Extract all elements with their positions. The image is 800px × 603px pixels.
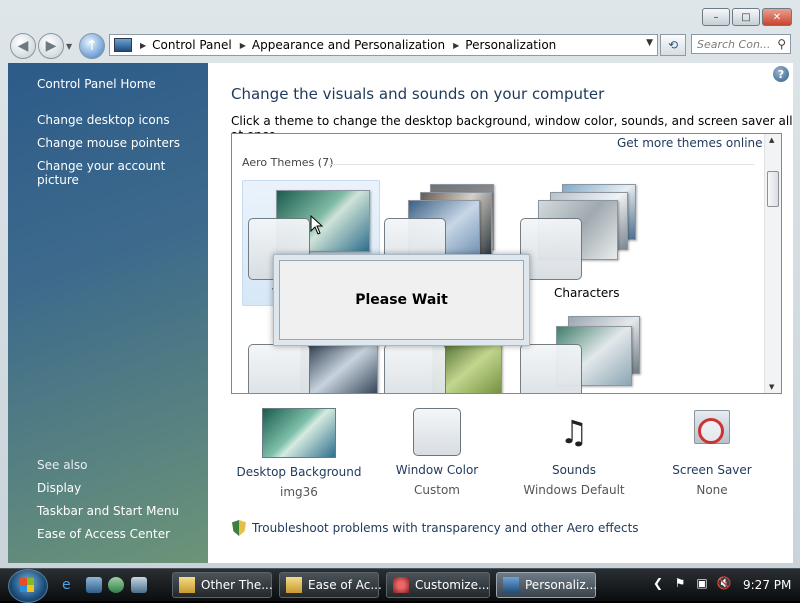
please-wait-dialog: Please Wait <box>273 254 530 346</box>
get-more-themes-link[interactable]: Get more themes online <box>617 136 763 150</box>
desktop-background-icon <box>262 408 336 458</box>
breadcrumb-separator-icon[interactable]: ▶ <box>240 41 246 50</box>
window-color-icon <box>413 408 461 456</box>
taskbar-button-label: Personaliz... <box>525 578 598 592</box>
screen-saver-value: None <box>696 483 728 497</box>
taskbar-button-other-themes[interactable]: Other The... <box>172 572 273 598</box>
scroll-down-icon[interactable]: ▼ <box>769 383 774 391</box>
start-button[interactable] <box>8 569 48 603</box>
breadcrumb-control-panel[interactable]: Control Panel <box>152 38 232 52</box>
mouse-cursor-icon <box>310 215 324 235</box>
personalization-window: – □ ✕ ◀ ▶ ▼ ↑ ▶ Control Panel ▶ Appearan… <box>0 0 800 568</box>
show-desktop-icon[interactable] <box>86 577 102 593</box>
screen-saver-icon <box>676 408 748 456</box>
desktop-background-value: img36 <box>280 485 318 499</box>
clock[interactable]: 9:27 PM <box>743 578 791 592</box>
recent-pages-chevron-icon[interactable]: ▼ <box>66 42 72 51</box>
navigation-bar: ◀ ▶ ▼ ↑ ▶ Control Panel ▶ Appearance and… <box>0 30 800 60</box>
theme-gallery-scrollbar[interactable]: ▲ ▼ <box>764 134 781 393</box>
scroll-thumb[interactable] <box>767 171 779 207</box>
media-icon[interactable] <box>131 577 147 593</box>
search-icon[interactable]: ⚲ <box>777 37 786 51</box>
flag-icon[interactable]: ⚑ <box>672 575 688 591</box>
window-color-label: Window Color <box>395 463 479 477</box>
window-color-option[interactable]: Window Color Custom <box>367 408 507 497</box>
back-button[interactable]: ◀ <box>10 33 36 59</box>
switch-windows-icon[interactable] <box>108 577 124 593</box>
page-title: Change the visuals and sounds on your co… <box>231 85 605 103</box>
breadcrumb-separator-icon[interactable]: ▶ <box>453 41 459 50</box>
window-color-value: Custom <box>414 483 460 497</box>
breadcrumb-personalization[interactable]: Personalization <box>465 38 556 52</box>
folder-icon <box>286 577 302 593</box>
folder-icon <box>179 577 195 593</box>
minimize-button[interactable]: – <box>702 8 730 26</box>
theme-preview-image <box>300 344 378 393</box>
close-button[interactable]: ✕ <box>762 8 792 26</box>
sidebar-item-change-account-picture[interactable]: Change your account picture <box>37 159 208 187</box>
theme-label: Characters <box>554 286 620 300</box>
see-also-ease-of-access[interactable]: Ease of Access Center <box>37 527 170 541</box>
sidebar-item-change-mouse-pointers[interactable]: Change mouse pointers <box>37 136 180 150</box>
forward-button[interactable]: ▶ <box>38 33 64 59</box>
network-icon[interactable]: ▣ <box>694 575 710 591</box>
window-preview-glass <box>520 344 582 393</box>
sounds-value: Windows Default <box>523 483 625 497</box>
sounds-label: Sounds <box>551 463 597 477</box>
taskbar-button-label: Other The... <box>201 578 273 592</box>
see-also-taskbar[interactable]: Taskbar and Start Menu <box>37 504 179 518</box>
window-preview-glass <box>248 344 310 393</box>
taskbar-button-ease-of-access[interactable]: Ease of Ac... <box>279 572 382 598</box>
see-also-heading: See also <box>37 458 88 472</box>
scroll-up-icon[interactable]: ▲ <box>769 136 774 144</box>
taskbar-button-customize[interactable]: Customize... <box>386 572 490 598</box>
title-bar[interactable]: – □ ✕ <box>0 0 800 30</box>
desktop-background-label: Desktop Background <box>236 465 362 479</box>
window-preview-glass <box>384 344 446 393</box>
sounds-option[interactable]: ♫ Sounds Windows Default <box>504 408 644 497</box>
screen-saver-label: Screen Saver <box>672 463 752 477</box>
group-divider <box>328 164 754 165</box>
desktop-background-option[interactable]: Desktop Background img36 <box>229 408 369 499</box>
maximize-button[interactable]: □ <box>732 8 760 26</box>
troubleshoot-link[interactable]: Troubleshoot problems with transparency … <box>232 520 639 536</box>
taskbar-button-label: Customize... <box>415 578 490 592</box>
taskbar-button-label: Ease of Ac... <box>308 578 382 592</box>
taskbar-button-personalization[interactable]: Personaliz... <box>496 572 598 598</box>
personalization-icon <box>503 577 519 593</box>
tray-collapse-icon[interactable]: ❮ <box>650 575 666 591</box>
sounds-icon: ♫ <box>559 413 589 451</box>
internet-explorer-icon[interactable]: e <box>62 577 78 593</box>
screen-saver-option[interactable]: Screen Saver None <box>642 408 782 497</box>
search-placeholder: Search Con... <box>697 37 771 51</box>
refresh-button[interactable]: ⟲ <box>660 34 686 56</box>
help-icon[interactable]: ? <box>773 66 789 82</box>
breadcrumb-appearance[interactable]: Appearance and Personalization <box>252 38 445 52</box>
aero-themes-heading: Aero Themes (7) <box>242 156 334 169</box>
windows-logo-icon <box>20 578 34 592</box>
address-dropdown-icon[interactable]: ▼ <box>646 38 653 48</box>
breadcrumb-separator-icon[interactable]: ▶ <box>140 41 146 50</box>
refresh-icon: ⟲ <box>667 38 679 52</box>
search-input[interactable]: Search Con... ⚲ <box>691 34 791 54</box>
sidebar-item-control-panel-home[interactable]: Control Panel Home <box>37 77 156 91</box>
notification-area: ❮ ⚑ ▣ 🔇 <box>650 575 732 591</box>
customize-icon <box>393 577 409 593</box>
task-pane: Control Panel Home Change desktop icons … <box>8 63 208 563</box>
address-bar[interactable]: ▶ Control Panel ▶ Appearance and Persona… <box>109 34 658 56</box>
caption-buttons: – □ ✕ <box>702 8 792 26</box>
troubleshoot-label: Troubleshoot problems with transparency … <box>252 521 639 535</box>
sidebar-item-change-desktop-icons[interactable]: Change desktop icons <box>37 113 170 127</box>
taskbar: e Other The... Ease of Ac... Customize..… <box>0 568 800 603</box>
see-also-display[interactable]: Display <box>37 481 81 495</box>
control-panel-icon <box>114 38 132 52</box>
up-button[interactable]: ↑ <box>79 33 105 59</box>
security-shield-icon <box>232 520 246 536</box>
please-wait-message: Please Wait <box>279 260 524 340</box>
volume-muted-icon[interactable]: 🔇 <box>716 575 732 591</box>
